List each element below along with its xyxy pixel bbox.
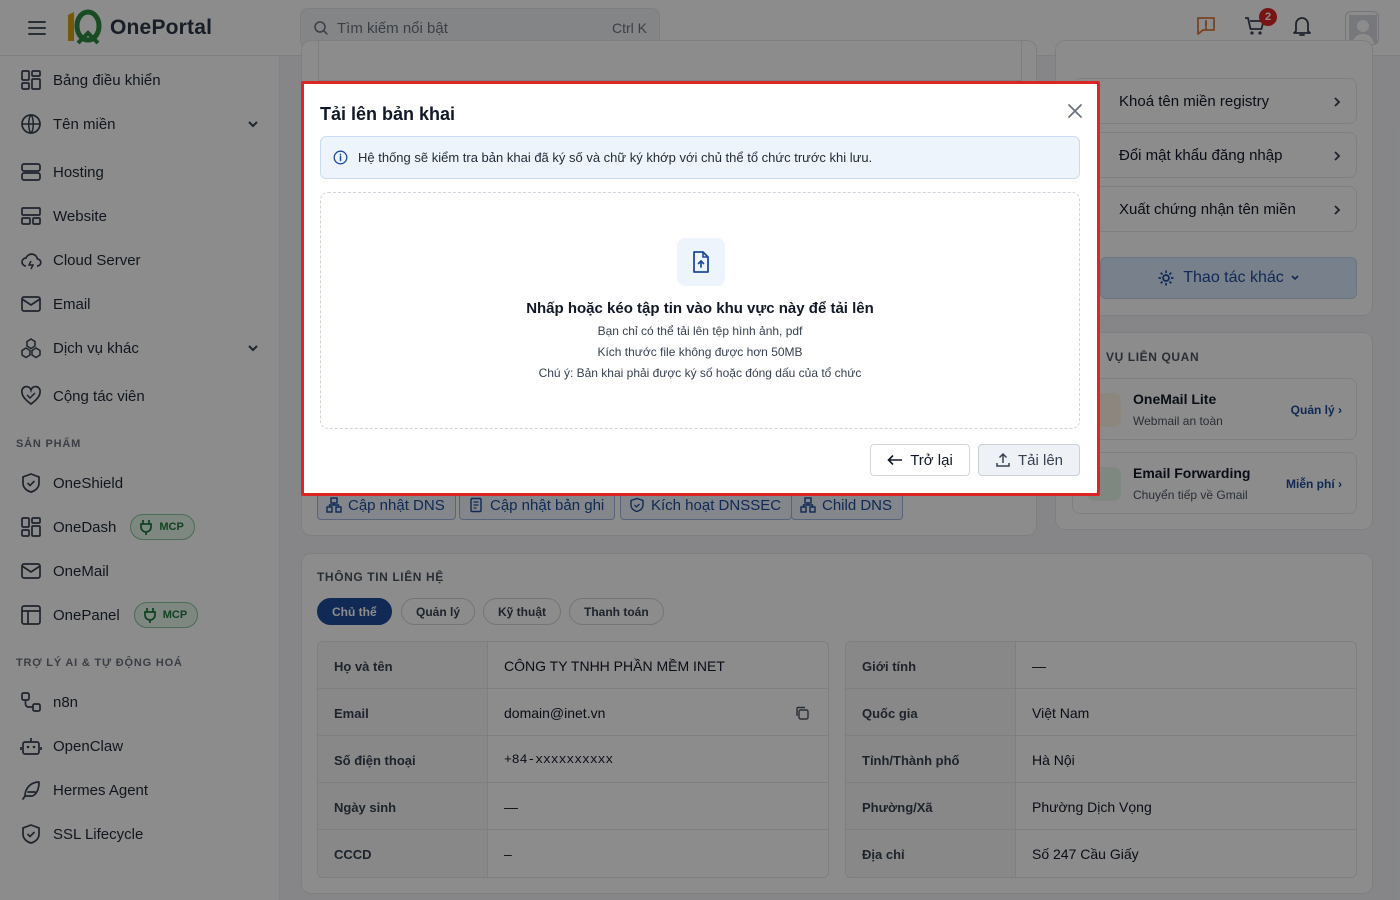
drop-zone-hint: Chú ý: Bản khai phải được ký số hoặc đón…: [538, 366, 862, 380]
drop-zone-hint: Kích thước file không được hơn 50MB: [597, 345, 803, 359]
upload-declaration-modal: Tải lên bản khai Hệ thống sẽ kiểm tra bả…: [301, 81, 1100, 496]
drop-zone-title: Nhấp hoặc kéo tập tin vào khu vực này để…: [526, 300, 874, 317]
back-button[interactable]: Trở lại: [870, 444, 970, 476]
upload-icon: [996, 452, 1010, 467]
file-upload-icon: [677, 238, 725, 286]
info-icon: [333, 150, 348, 165]
file-drop-zone[interactable]: Nhấp hoặc kéo tập tin vào khu vực này để…: [320, 192, 1080, 429]
modal-title: Tải lên bản khai: [320, 104, 456, 124]
upload-button[interactable]: Tải lên: [978, 444, 1080, 476]
info-text: Hệ thống sẽ kiểm tra bản khai đã ký số v…: [358, 150, 873, 165]
arrow-left-icon: [887, 454, 903, 466]
info-alert: Hệ thống sẽ kiểm tra bản khai đã ký số v…: [320, 136, 1080, 179]
drop-zone-hint: Bạn chỉ có thể tải lên tệp hình ảnh, pdf: [597, 324, 803, 338]
close-icon[interactable]: [1064, 100, 1086, 122]
